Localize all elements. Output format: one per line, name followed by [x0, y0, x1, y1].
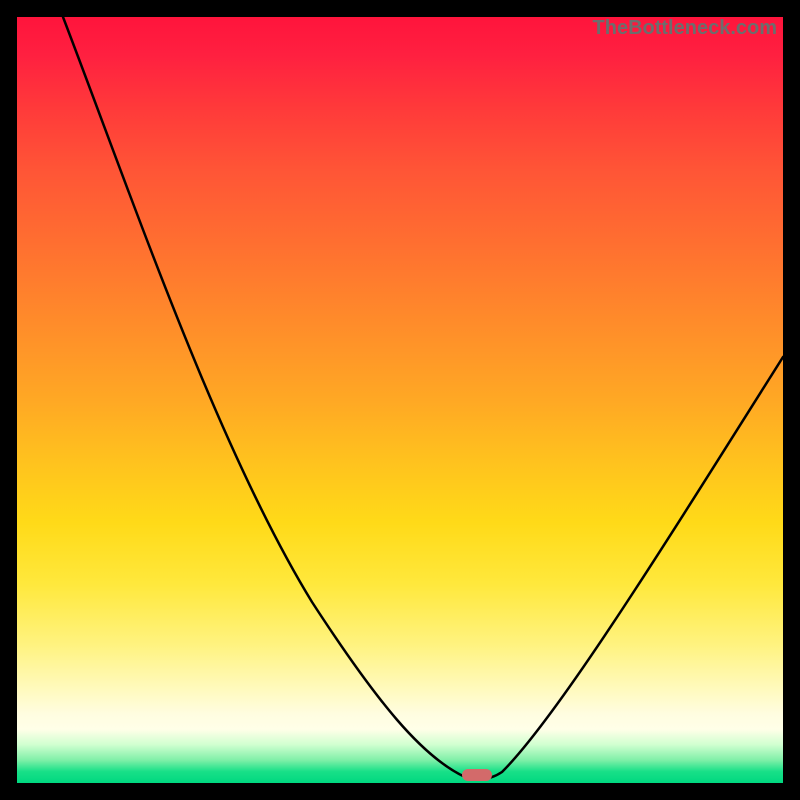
bottleneck-curve	[17, 17, 783, 783]
watermark-text: TheBottleneck.com	[593, 17, 777, 40]
curve-path	[63, 17, 783, 779]
plot-area: TheBottleneck.com	[17, 17, 783, 783]
chart-frame: TheBottleneck.com	[0, 0, 800, 800]
optimal-marker	[462, 769, 492, 781]
